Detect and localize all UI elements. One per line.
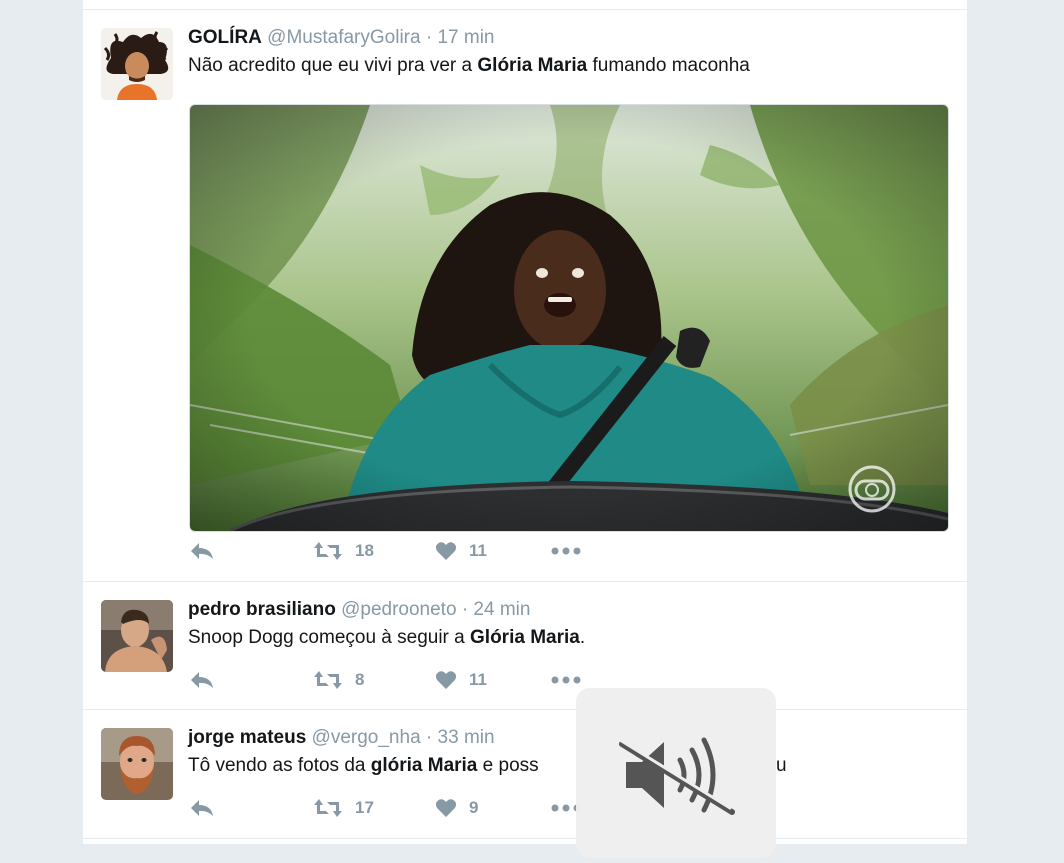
more-dots-icon	[551, 547, 581, 555]
text-segment: Snoop Dogg começou à seguir a	[188, 627, 471, 648]
reply-icon	[191, 800, 213, 816]
separator: ·	[425, 27, 433, 48]
fullname[interactable]: pedro brasiliano	[188, 599, 336, 620]
tweet-3[interactable]: jorge mateus @vergo_nha · 33 min Tô vend…	[83, 710, 967, 839]
tweet-header: pedro brasiliano @pedrooneto · 24 min	[188, 598, 949, 622]
reply-button[interactable]	[189, 538, 215, 564]
retweet-button[interactable]: 17	[313, 795, 374, 821]
text-segment: Tô vendo as fotos da	[188, 755, 371, 776]
separator: ·	[461, 599, 469, 620]
more-dots-icon	[551, 676, 581, 684]
retweet-button[interactable]: 8	[313, 667, 364, 693]
timeline: GOLÍRA @MustafaryGolira · 17 min Não acr…	[82, 0, 968, 844]
text-segment: e poss	[477, 755, 539, 776]
search-highlight: glória Maria	[370, 755, 478, 776]
handle[interactable]: @MustafaryGolira	[267, 27, 420, 48]
retweet-count: 8	[355, 670, 365, 689]
like-button[interactable]: 11	[435, 667, 487, 693]
tweet-1[interactable]: GOLÍRA @MustafaryGolira · 17 min Não acr…	[83, 10, 967, 582]
retweet-icon	[314, 799, 342, 817]
mute-volume-overlay	[576, 688, 776, 858]
tweet-media-video[interactable]	[189, 104, 949, 532]
retweet-count: 17	[355, 798, 374, 817]
heart-icon	[435, 799, 457, 817]
timestamp[interactable]: 33 min	[438, 727, 495, 748]
like-count: 11	[469, 670, 487, 689]
reply-icon	[191, 543, 213, 559]
like-count: 9	[469, 798, 479, 817]
fullname[interactable]: GOLÍRA	[188, 27, 262, 48]
timestamp[interactable]: 24 min	[473, 599, 530, 620]
avatar-golira[interactable]	[101, 28, 173, 100]
text-tail: u	[776, 755, 787, 776]
retweet-count: 18	[355, 541, 374, 560]
search-highlight: Glória Maria	[477, 55, 588, 76]
text-segment: .	[579, 627, 586, 648]
reply-button[interactable]	[189, 667, 215, 693]
tweet-text: Snoop Dogg começou à seguir a Glória Mar…	[188, 625, 949, 651]
like-count: 11	[469, 541, 487, 560]
text-segment: fumando maconha	[587, 55, 750, 76]
speaker-muted-icon	[618, 737, 735, 815]
like-button[interactable]: 11	[435, 538, 487, 564]
fullname[interactable]: jorge mateus	[188, 727, 306, 748]
search-highlight: Glória Maria	[470, 627, 580, 648]
separator: ·	[425, 727, 433, 748]
handle[interactable]: @vergo_nha	[312, 727, 421, 748]
avatar-jorge[interactable]	[101, 728, 173, 800]
like-button[interactable]: 9	[435, 795, 478, 821]
reply-icon	[191, 672, 213, 688]
avatar-pedro[interactable]	[101, 600, 173, 672]
timestamp[interactable]: 17 min	[437, 27, 494, 48]
text-segment: Não acredito que eu vivi pra ver a	[188, 55, 478, 76]
tweet-2[interactable]: pedro brasiliano @pedrooneto · 24 min Sn…	[83, 582, 967, 710]
tweet-text: Tô vendo as fotos da glória Maria e poss…	[188, 753, 949, 779]
retweet-button[interactable]: 18	[313, 538, 374, 564]
heart-icon	[435, 542, 457, 560]
tweet-text: Não acredito que eu vivi pra ver a Glóri…	[188, 53, 949, 79]
tweet-header: jorge mateus @vergo_nha · 33 min	[188, 726, 949, 750]
tweet-header: GOLÍRA @MustafaryGolira · 17 min	[188, 26, 949, 50]
retweet-icon	[314, 542, 342, 560]
heart-icon	[435, 671, 457, 689]
more-button[interactable]	[551, 538, 581, 564]
retweet-icon	[314, 671, 342, 689]
reply-button[interactable]	[189, 795, 215, 821]
handle[interactable]: @pedrooneto	[341, 599, 456, 620]
